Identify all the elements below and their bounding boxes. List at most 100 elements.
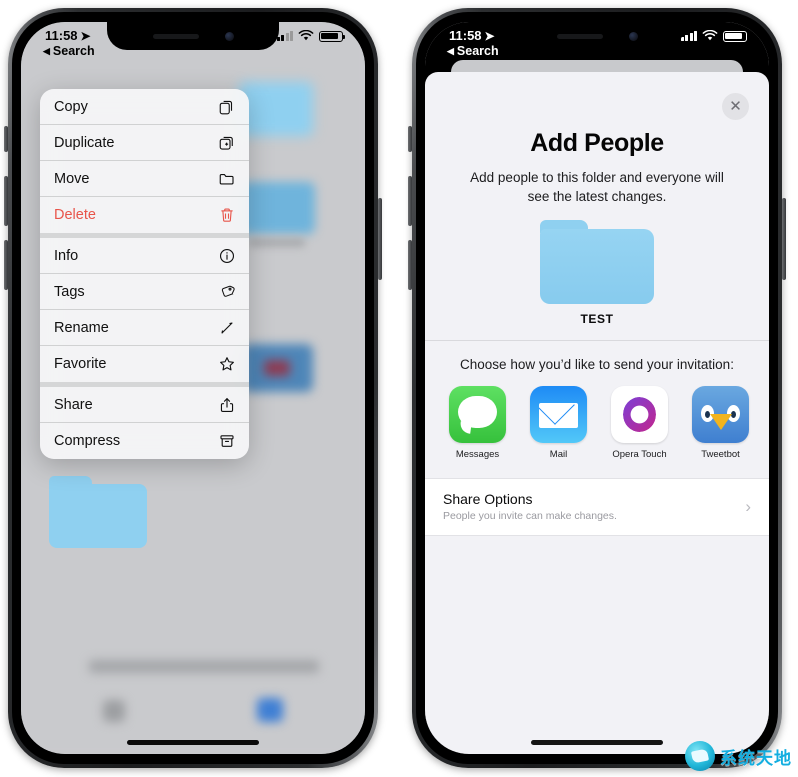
share-app-mail[interactable]: Mail bbox=[530, 386, 587, 460]
choose-method-label: Choose how you’d like to send your invit… bbox=[460, 357, 734, 373]
context-menu-label: Move bbox=[54, 170, 90, 187]
share-options-subtitle: People you invite can make changes. bbox=[443, 510, 617, 523]
opera-touch-icon bbox=[611, 386, 668, 444]
tweetbot-icon bbox=[692, 386, 749, 444]
left-phone-device: 11:58 ➤ ◀ Search Copy Duplicate Move Del… bbox=[4, 8, 382, 768]
right-phone-screen: ✕ Add People Add people to this folder a… bbox=[425, 22, 769, 754]
background-toolbar-icon-1[interactable] bbox=[103, 700, 125, 722]
folder-body-shape bbox=[49, 483, 147, 548]
pencil-icon bbox=[217, 318, 237, 338]
background-file-thumb-2 bbox=[264, 360, 290, 376]
context-menu-item-rename[interactable]: Rename bbox=[40, 310, 249, 346]
home-indicator[interactable] bbox=[127, 740, 259, 745]
copy-icon bbox=[217, 97, 237, 117]
share-app-messages[interactable]: Messages bbox=[449, 386, 506, 460]
wifi-icon bbox=[702, 30, 718, 41]
front-camera bbox=[224, 31, 234, 41]
right-phone-bezel: ✕ Add People Add people to this folder a… bbox=[416, 12, 778, 764]
right-phone-device: ✕ Add People Add people to this folder a… bbox=[408, 8, 786, 768]
context-menu-label: Copy bbox=[54, 98, 88, 115]
section-divider bbox=[425, 340, 769, 342]
trash-icon bbox=[217, 205, 237, 225]
app-label: Messages bbox=[455, 449, 500, 461]
back-caret-icon: ◀ bbox=[43, 45, 50, 56]
add-people-sheet: ✕ Add People Add people to this folder a… bbox=[425, 72, 769, 754]
share-app-tweetbot[interactable]: Tweetbot bbox=[692, 386, 749, 460]
context-menu-item-delete[interactable]: Delete bbox=[40, 197, 249, 233]
mail-icon bbox=[530, 386, 587, 444]
status-bar-time: 11:58 bbox=[449, 28, 482, 43]
mute-switch[interactable] bbox=[4, 126, 8, 152]
app-label: Opera Touch bbox=[612, 449, 667, 461]
power-button[interactable] bbox=[378, 198, 382, 280]
context-menu-label: Tags bbox=[54, 283, 85, 300]
duplicate-icon bbox=[217, 133, 237, 153]
left-phone-bezel: 11:58 ➤ ◀ Search Copy Duplicate Move Del… bbox=[12, 12, 374, 764]
context-menu-label: Rename bbox=[54, 319, 109, 336]
context-menu-item-tags[interactable]: Tags bbox=[40, 274, 249, 310]
context-menu-item-move[interactable]: Move bbox=[40, 161, 249, 197]
share-app-opera-touch[interactable]: Opera Touch bbox=[611, 386, 668, 460]
folder-icon bbox=[217, 169, 237, 189]
context-menu-item-copy[interactable]: Copy bbox=[40, 89, 249, 125]
context-menu-item-info[interactable]: Info bbox=[40, 238, 249, 274]
cellular-signal-icon bbox=[276, 31, 293, 41]
context-menu-group-3: Share Compress bbox=[40, 382, 249, 459]
back-to-search-button[interactable]: ◀ Search bbox=[447, 44, 499, 58]
volume-up-button[interactable] bbox=[4, 176, 8, 226]
share-options-row[interactable]: Share Options People you invite can make… bbox=[425, 478, 769, 537]
front-camera bbox=[628, 31, 638, 41]
context-menu-item-share[interactable]: Share bbox=[40, 387, 249, 423]
context-menu-label: Share bbox=[54, 396, 93, 413]
chevron-right-icon: › bbox=[745, 496, 751, 516]
context-menu-item-duplicate[interactable]: Duplicate bbox=[40, 125, 249, 161]
share-apps-row[interactable]: Messages Mail Opera Touch Tweetbot bbox=[425, 372, 769, 460]
context-menu-label: Delete bbox=[54, 207, 96, 223]
watermark-text: 系统天地 bbox=[720, 748, 792, 769]
back-to-search-button[interactable]: ◀ Search bbox=[43, 44, 95, 58]
volume-down-button[interactable] bbox=[408, 240, 412, 290]
star-icon bbox=[217, 354, 237, 374]
power-button[interactable] bbox=[782, 198, 786, 280]
context-menu-item-compress[interactable]: Compress bbox=[40, 423, 249, 459]
context-menu-label: Favorite bbox=[54, 356, 107, 372]
battery-icon bbox=[723, 30, 750, 42]
page-title: Add People bbox=[530, 129, 664, 157]
mute-switch[interactable] bbox=[408, 126, 412, 152]
context-menu[interactable]: Copy Duplicate Move Delete Info Tags Ren… bbox=[40, 89, 249, 459]
volume-down-button[interactable] bbox=[4, 240, 8, 290]
back-caret-icon: ◀ bbox=[447, 45, 454, 56]
shared-folder-block: TEST bbox=[425, 220, 769, 326]
share-options-title: Share Options bbox=[443, 491, 533, 508]
context-menu-group-1: Copy Duplicate Move Delete bbox=[40, 89, 249, 233]
earpiece-speaker bbox=[556, 33, 603, 39]
volume-up-button[interactable] bbox=[408, 176, 412, 226]
share-icon bbox=[217, 395, 237, 415]
background-toolbar-icon-2[interactable] bbox=[257, 698, 283, 722]
back-label: Search bbox=[52, 44, 95, 58]
background-file-item-1 bbox=[241, 182, 315, 234]
tag-icon bbox=[217, 282, 237, 302]
battery-icon bbox=[319, 30, 346, 42]
context-menu-item-favorite[interactable]: Favorite bbox=[40, 346, 249, 382]
back-label: Search bbox=[456, 44, 499, 58]
selected-folder-icon[interactable] bbox=[49, 476, 147, 548]
earpiece-speaker bbox=[152, 33, 199, 39]
context-menu-group-2: Info Tags Rename Favorite bbox=[40, 233, 249, 382]
watermark: 系统天地 bbox=[685, 741, 792, 771]
notch bbox=[107, 22, 279, 50]
info-icon bbox=[217, 246, 237, 266]
cellular-signal-icon bbox=[680, 31, 697, 41]
folder-body-shape bbox=[540, 228, 654, 305]
location-arrow-icon: ➤ bbox=[484, 28, 495, 43]
context-menu-label: Compress bbox=[54, 433, 121, 449]
context-menu-label: Info bbox=[54, 247, 79, 264]
folder-name-label: TEST bbox=[580, 312, 614, 327]
home-indicator[interactable] bbox=[531, 740, 663, 745]
app-label: Tweetbot bbox=[701, 449, 740, 461]
sheet-subtitle: Add people to this folder and everyone w… bbox=[470, 170, 724, 204]
close-icon[interactable]: ✕ bbox=[722, 93, 749, 120]
archive-icon bbox=[217, 431, 237, 451]
background-toolbar-text bbox=[89, 660, 319, 673]
left-phone-screen: 11:58 ➤ ◀ Search Copy Duplicate Move Del… bbox=[21, 22, 365, 754]
